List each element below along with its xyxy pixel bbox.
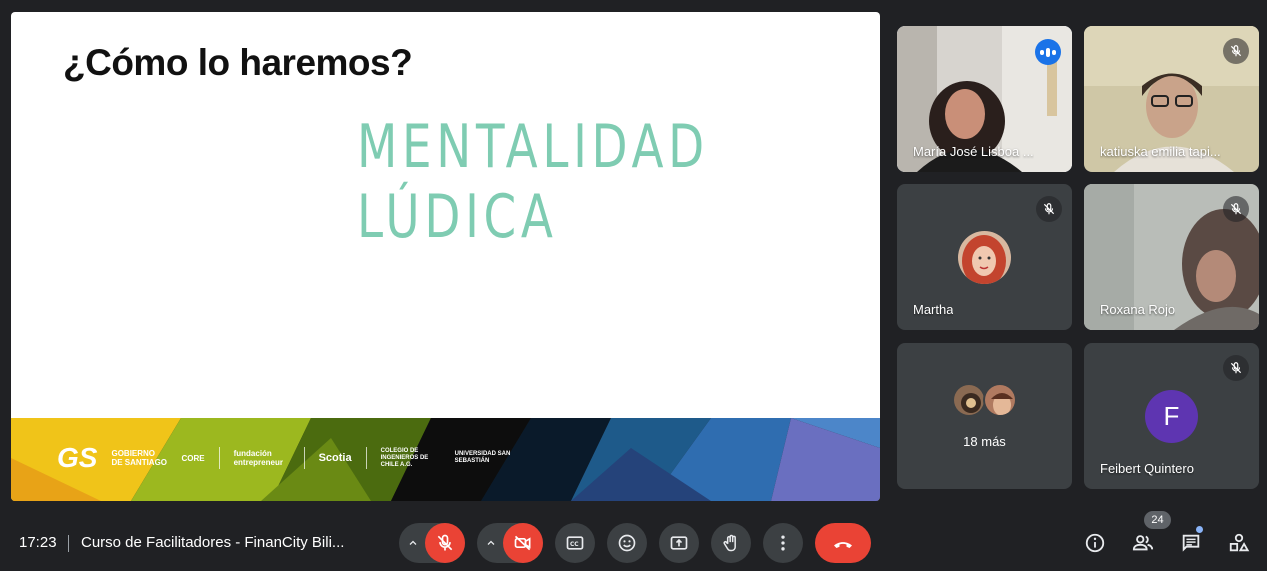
participant-tile[interactable]: Roxana Rojo [1084,184,1259,330]
people-icon [1132,535,1154,551]
divider [365,447,367,469]
emoji-icon [618,534,636,552]
leave-call-button[interactable] [815,523,871,563]
camera-toggle-button[interactable] [503,523,543,563]
sponsor-logos: GS GOBIERNO DE SANTIAGO CORE fundación e… [57,438,517,478]
captions-button[interactable]: CC [555,523,595,563]
present-icon [670,536,688,550]
reactions-button[interactable] [607,523,647,563]
activities-button[interactable] [1226,530,1252,556]
participant-tile[interactable]: F Feibert Quintero [1084,343,1259,489]
control-bar: 17:23 Curso de Facilitadores - FinanCity… [0,516,1267,571]
chevron-up-icon[interactable] [479,523,503,563]
mic-off-icon [1223,355,1249,381]
universidad-logo: UNIVERSIDAD SAN SEBASTIÁN [454,451,511,464]
meet-window: ¿Cómo lo haremos? MENTALIDAD LÚDICA GS G… [0,0,1267,571]
gobierno-logo-text: GOBIERNO DE SANTIAGO [111,449,168,467]
scotia-logo: Scotia [318,451,352,464]
gs-logo: GS [57,442,98,473]
participant-name: Feibert Quintero [1100,461,1194,476]
more-vert-icon [781,535,785,551]
present-button[interactable] [659,523,699,563]
more-options-button[interactable] [763,523,803,563]
mic-off-icon [437,534,453,551]
more-participants-tile[interactable]: 18 más [897,343,1072,489]
colegio-logo: COLEGIO DE INGENIEROS DE CHILE A.G. [380,447,429,468]
avatar-initial: F [1145,390,1198,443]
divider [68,535,69,552]
presentation-slide: ¿Cómo lo haremos? MENTALIDAD LÚDICA GS G… [11,12,880,501]
raise-hand-icon [723,534,736,552]
divider [303,447,305,469]
chat-button[interactable] [1178,530,1204,556]
participant-tile[interactable]: María José Lisboa ... [897,26,1072,172]
chevron-up-icon[interactable] [401,523,425,563]
participants-button[interactable] [1130,530,1156,556]
chat-icon [1182,534,1200,552]
participant-name: Roxana Rojo [1100,302,1176,317]
avatar [952,383,986,417]
captions-icon: CC [566,536,584,550]
mic-toggle-button[interactable] [425,523,465,563]
participant-tile[interactable]: katiuska emilia tapi... [1084,26,1259,172]
participant-name: katiuska emilia tapi... [1100,144,1221,159]
speaking-indicator-icon [1035,39,1061,65]
activities-icon [1229,533,1250,552]
more-participants-label: 18 más [963,434,1006,449]
svg-text:CC: CC [570,542,579,548]
hangup-icon [834,542,852,548]
meeting-title: Curso de Facilitadores - FinanCity Bili.… [81,534,345,551]
participant-name: María José Lisboa ... [913,144,1034,159]
fundacion-logo: fundación entrepreneur [233,449,283,467]
chat-notification-dot [1196,526,1203,533]
meeting-details-button[interactable] [1082,530,1108,556]
slide-title: ¿Cómo lo haremos? [63,42,413,83]
slide-subtitle: MENTALIDAD LÚDICA [357,112,709,252]
avatar [983,383,1017,417]
divider [218,447,220,469]
avatar [958,231,1011,284]
core-logo: CORE [181,453,205,463]
info-icon [1085,533,1105,553]
mic-off-icon [1223,196,1249,222]
mic-off-icon [1036,196,1062,222]
clock: 17:23 [19,534,57,551]
participant-count-badge: 24 [1144,511,1171,529]
mic-off-icon [1223,38,1249,64]
participant-name: Martha [913,302,954,317]
camera-off-icon [514,535,531,551]
participant-tile[interactable]: Martha [897,184,1072,330]
slide-footer-banner: GS GOBIERNO DE SANTIAGO CORE fundación e… [11,418,880,501]
raise-hand-button[interactable] [711,523,751,563]
